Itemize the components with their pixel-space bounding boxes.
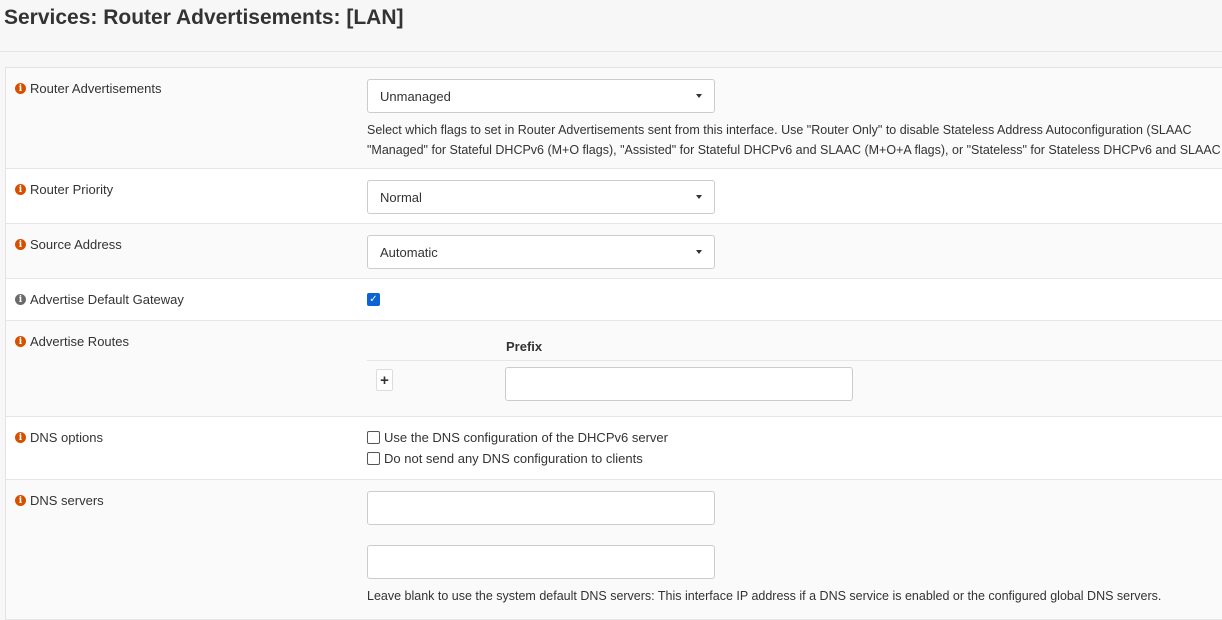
row-advertise-default-gateway: i Advertise Default Gateway ✓ <box>6 279 1222 321</box>
option-label: Do not send any DNS configuration to cli… <box>384 451 643 466</box>
info-icon[interactable]: i <box>15 239 26 250</box>
settings-panel: i Router Advertisements Unmanaged Select … <box>5 67 1222 620</box>
router-priority-select[interactable]: Normal <box>367 180 715 214</box>
help-line: Select which flags to set in Router Adve… <box>367 123 1192 137</box>
no-dns-config-checkbox[interactable] <box>367 452 380 465</box>
page-title: Services: Router Advertisements: [LAN] <box>4 6 404 29</box>
info-icon[interactable]: i <box>15 432 26 443</box>
field-label: DNS servers <box>30 493 104 508</box>
selected-value: Normal <box>380 189 422 205</box>
info-icon[interactable]: i <box>15 336 26 347</box>
field-label: Advertise Routes <box>30 334 129 349</box>
caret-down-icon <box>696 195 702 199</box>
router-advertisements-select[interactable]: Unmanaged <box>367 79 715 113</box>
field-label: Router Priority <box>30 182 114 197</box>
field-label: DNS options <box>30 430 103 445</box>
field-label: Advertise Default Gateway <box>30 292 184 307</box>
dns-server-2-input[interactable] <box>367 545 715 579</box>
row-source-address: i Source Address Automatic <box>6 224 1222 279</box>
selected-value: Unmanaged <box>380 88 451 104</box>
info-icon[interactable]: i <box>15 294 26 305</box>
caret-down-icon <box>696 250 702 254</box>
info-icon[interactable]: i <box>15 184 26 195</box>
help-line: "Managed" for Stateful DHCPv6 (M+O flags… <box>367 143 1221 157</box>
source-address-select[interactable]: Automatic <box>367 235 715 269</box>
help-text: Select which flags to set in Router Adve… <box>367 120 1222 160</box>
info-icon[interactable]: i <box>15 83 26 94</box>
divider <box>0 51 1222 52</box>
field-label: Router Advertisements <box>30 81 162 96</box>
dns-server-1-input[interactable] <box>367 491 715 525</box>
option-label: Use the DNS configuration of the DHCPv6 … <box>384 430 668 445</box>
row-dns-options: i DNS options Use the DNS configuration o… <box>6 417 1222 480</box>
caret-down-icon <box>696 94 702 98</box>
row-dns-servers: i DNS servers Leave blank to use the syst… <box>6 480 1222 620</box>
field-label: Source Address <box>30 237 122 252</box>
plus-icon: + <box>380 371 389 389</box>
prefix-column-header: Prefix <box>506 339 543 354</box>
prefix-input[interactable] <box>505 367 853 401</box>
row-router-priority: i Router Priority Normal <box>6 169 1222 224</box>
info-icon[interactable]: i <box>15 495 26 506</box>
row-advertise-routes: i Advertise Routes Prefix + <box>6 321 1222 417</box>
use-dhcpv6-dns-checkbox[interactable] <box>367 431 380 444</box>
add-route-button[interactable]: + <box>376 369 393 391</box>
advertise-default-gateway-checkbox[interactable]: ✓ <box>367 293 380 306</box>
selected-value: Automatic <box>380 244 438 260</box>
row-router-advertisements: i Router Advertisements Unmanaged Select … <box>6 68 1222 169</box>
help-text: Leave blank to use the system default DN… <box>367 589 1162 603</box>
